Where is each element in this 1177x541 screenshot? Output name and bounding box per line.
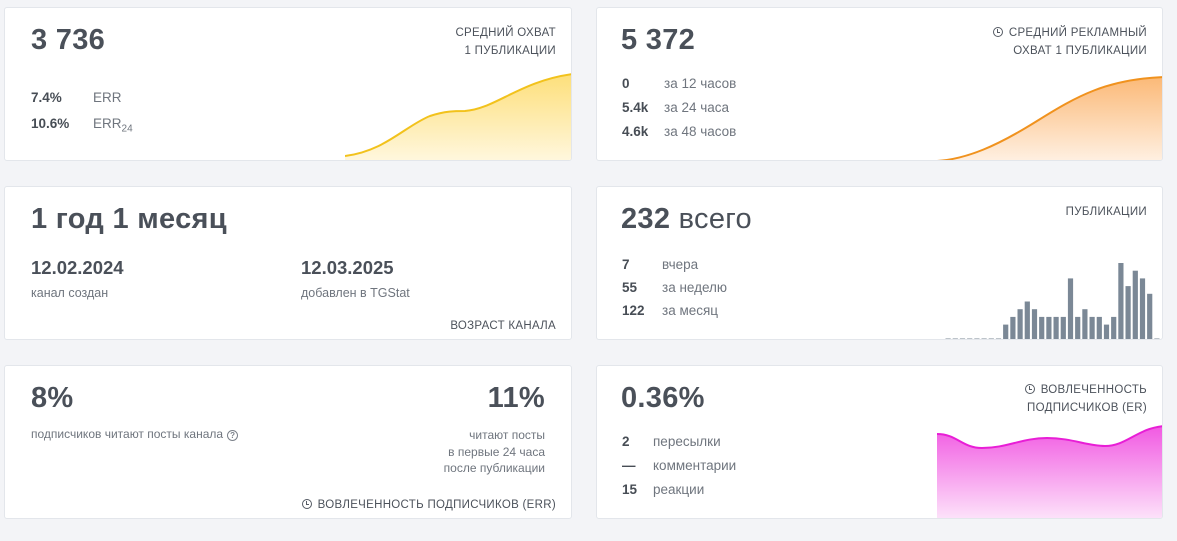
posts-bar [1017, 309, 1023, 339]
info-clock-icon[interactable] [1024, 384, 1035, 394]
posts-bar [945, 338, 951, 339]
ad-reach-row-48h: 4.6k за 48 часов [622, 124, 737, 139]
er-caption: ВОВЛЕЧЕННОСТЬ ПОДПИСЧИКОВ (ER) [1024, 381, 1147, 417]
posts-bar [1118, 263, 1124, 339]
posts-bar [1103, 324, 1110, 339]
ad-reach-row-24h: 5.4k за 24 часа [622, 100, 730, 115]
posts-bar [952, 338, 958, 339]
posts-bar [959, 338, 966, 339]
posts-bar [988, 338, 994, 339]
er-row-comments: — комментарии [622, 458, 737, 473]
reach-caption: СРЕДНИЙ ОХВАТ 1 ПУБЛИКАЦИИ [455, 27, 556, 57]
posts-bar [1067, 278, 1074, 339]
ad-reach-caption: СРЕДНИЙ РЕКЛАМНЫЙ ОХВАТ 1 ПУБЛИКАЦИИ [992, 24, 1147, 60]
posts-value: 232 всего [621, 203, 752, 235]
er-value: 0.36% [621, 382, 705, 414]
posts-bar [1053, 316, 1059, 339]
question-icon[interactable]: ? [227, 430, 239, 441]
posts-bar [1139, 278, 1146, 339]
posts-bar [974, 338, 980, 339]
posts-bar [1147, 293, 1153, 339]
posts-bar [1089, 316, 1095, 339]
info-clock-icon[interactable] [301, 499, 312, 509]
posts-row-week: 55 за неделю [622, 280, 728, 295]
posts-bar [1111, 316, 1117, 339]
err-card: 8% подписчиков читают посты канала? 11% … [4, 365, 572, 519]
er-row-forwards: 2 пересылки [622, 434, 721, 449]
posts-bar [1132, 270, 1138, 339]
reach-value: 3 736 [31, 24, 106, 56]
posts-card: 232 всего ПУБЛИКАЦИИ 7 вчера 55 за неделю … [596, 186, 1163, 340]
posts-bar [1024, 301, 1030, 339]
err-left-value: 8% [31, 382, 74, 414]
err-right-value: 11% [487, 382, 545, 414]
posts-bar [967, 338, 973, 339]
posts-row-month: 122 за месяц [622, 303, 719, 318]
posts-bar [1125, 286, 1131, 339]
ad-reach-sparkline [937, 76, 1162, 160]
ad-reach-value: 5 372 [621, 24, 696, 56]
posts-caption: ПУБЛИКАЦИИ [1065, 206, 1147, 218]
err-left-label: подписчиков читают посты канала? [31, 427, 239, 441]
err24-row: 10.6% ERR24 [31, 116, 133, 135]
added-date: 12.03.2025 [301, 257, 394, 278]
err-right-label: читают посты в первые 24 часа после публ… [443, 428, 545, 475]
age-caption: ВОЗРАСТ КАНАЛА [450, 320, 556, 332]
age-value: 1 год 1 месяц [31, 203, 227, 235]
posts-bar [1031, 309, 1038, 339]
posts-bar [995, 338, 1002, 339]
created-label: канал создан [31, 286, 109, 300]
posts-bar [1075, 316, 1081, 339]
err-row: 7.4% ERR [31, 90, 122, 105]
posts-bar [1039, 316, 1045, 339]
posts-row-yesterday: 7 вчера [622, 257, 699, 272]
posts-bar [1046, 316, 1052, 339]
reach-sparkline [345, 73, 571, 160]
reach-card: 3 736 СРЕДНИЙ ОХВАТ 1 ПУБЛИКАЦИИ 7.4% ERR… [4, 7, 572, 161]
posts-bar [1154, 338, 1160, 339]
created-date: 12.02.2024 [31, 257, 124, 278]
info-clock-icon[interactable] [992, 27, 1003, 37]
age-card: 1 год 1 месяц 12.02.2024 канал создан 12… [4, 186, 572, 340]
posts-bar [1060, 316, 1066, 339]
posts-bar-chart [945, 263, 1160, 339]
posts-bar [1096, 316, 1102, 339]
er-card: 0.36% ВОВЛЕЧЕННОСТЬ ПОДПИСЧИКОВ (ER) 2 пе… [596, 365, 1163, 519]
err-caption: ВОВЛЕЧЕННОСТЬ ПОДПИСЧИКОВ (ERR) [301, 496, 556, 514]
er-row-reactions: 15 реакции [622, 482, 705, 497]
posts-bar [981, 338, 987, 339]
er-sparkline [937, 425, 1162, 518]
posts-bar [1082, 309, 1088, 339]
ad-reach-card: 5 372 СРЕДНИЙ РЕКЛАМНЫЙ ОХВАТ 1 ПУБЛИКАЦ… [596, 7, 1163, 161]
posts-bar [1003, 324, 1009, 339]
added-label: добавлен в TGStat [301, 286, 410, 300]
posts-bar [1010, 316, 1016, 339]
ad-reach-row-12h: 0 за 12 часов [622, 76, 737, 91]
